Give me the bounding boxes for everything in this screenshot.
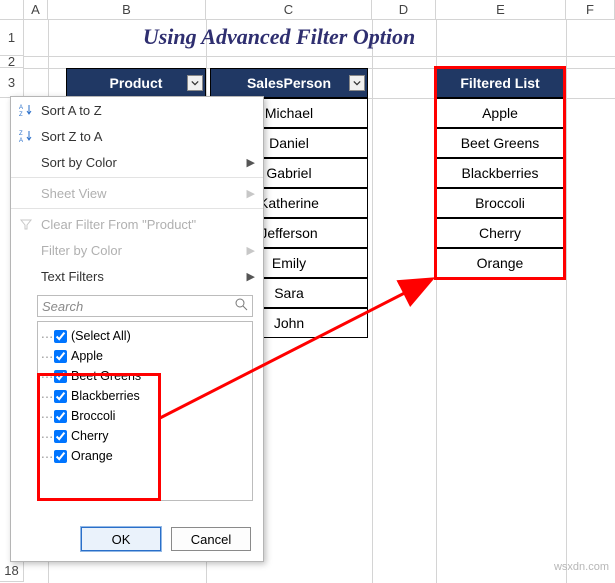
- header-salesperson-label: SalesPerson: [247, 75, 331, 91]
- col-E[interactable]: E: [436, 0, 566, 20]
- clear-filter-icon: [17, 217, 35, 231]
- row-2[interactable]: 2: [0, 56, 24, 68]
- menu-label: Sort by Color: [41, 155, 117, 170]
- submenu-arrow-icon: ▶: [247, 244, 255, 257]
- filter-item-label: Apple: [71, 349, 103, 363]
- select-all-corner[interactable]: [0, 0, 24, 20]
- checkbox[interactable]: [54, 350, 67, 363]
- header-salesperson: SalesPerson: [210, 68, 368, 98]
- filter-item[interactable]: ⋯ Beet Greens: [40, 366, 250, 386]
- row-18-wrap: 18: [0, 560, 24, 582]
- tree-connector-icon: ⋯: [40, 429, 54, 444]
- col-F[interactable]: F: [566, 0, 615, 20]
- tree-connector-icon: ⋯: [40, 449, 54, 464]
- filter-item[interactable]: ⋯ Orange: [40, 446, 250, 466]
- menu-label: Sheet View: [41, 186, 107, 201]
- menu-sort-az[interactable]: AZ Sort A to Z: [11, 97, 263, 123]
- svg-text:A: A: [19, 105, 23, 111]
- cancel-button[interactable]: Cancel: [171, 527, 251, 551]
- menu-label: Sort Z to A: [41, 129, 102, 144]
- filter-item-label: Cherry: [71, 429, 109, 443]
- svg-text:Z: Z: [19, 112, 23, 117]
- tree-connector-icon: ⋯: [40, 349, 54, 364]
- menu-text-filters[interactable]: Text Filters ▶: [11, 263, 263, 289]
- sort-za-icon: ZA: [17, 129, 35, 143]
- tree-connector-icon: ⋯: [40, 369, 54, 384]
- col-A[interactable]: A: [24, 0, 48, 20]
- menu-sheet-view: Sheet View ▶: [11, 180, 263, 206]
- checkbox[interactable]: [54, 450, 67, 463]
- menu-filter-color: Filter by Color ▶: [11, 237, 263, 263]
- filter-item-label: (Select All): [71, 329, 131, 343]
- col-D[interactable]: D: [372, 0, 436, 20]
- filter-item[interactable]: ⋯ Blackberries: [40, 386, 250, 406]
- search-placeholder: Search: [42, 299, 83, 314]
- header-product-label: Product: [110, 75, 163, 91]
- menu-label: Text Filters: [41, 269, 104, 284]
- filtered-cell[interactable]: Blackberries: [436, 158, 564, 188]
- filter-dropdown-salesperson[interactable]: [349, 75, 365, 91]
- watermark: wsxdn.com: [554, 561, 609, 573]
- filtered-cell[interactable]: Orange: [436, 248, 564, 278]
- row-3[interactable]: 3: [0, 68, 24, 98]
- menu-clear-filter: Clear Filter From "Product": [11, 211, 263, 237]
- filter-item-select-all[interactable]: ⋯ (Select All): [40, 326, 250, 346]
- header-product: Product: [66, 68, 206, 98]
- filter-item[interactable]: ⋯ Cherry: [40, 426, 250, 446]
- tree-connector-icon: ⋯: [40, 409, 54, 424]
- menu-sort-za[interactable]: ZA Sort Z to A: [11, 123, 263, 149]
- checkbox[interactable]: [54, 430, 67, 443]
- menu-sort-color[interactable]: Sort by Color ▶: [11, 149, 263, 175]
- chevron-down-icon: [353, 79, 361, 87]
- checkbox[interactable]: [54, 330, 67, 343]
- menu-label: Filter by Color: [41, 243, 122, 258]
- filtered-cell[interactable]: Beet Greens: [436, 128, 564, 158]
- row-18[interactable]: 18: [0, 560, 24, 582]
- filter-dropdown-product[interactable]: [187, 75, 203, 91]
- filter-item-label: Broccoli: [71, 409, 115, 423]
- search-icon: [235, 298, 248, 314]
- menu-label: Sort A to Z: [41, 103, 102, 118]
- sort-az-icon: AZ: [17, 103, 35, 117]
- ok-button[interactable]: OK: [81, 527, 161, 551]
- filter-item-label: Orange: [71, 449, 113, 463]
- col-B[interactable]: B: [48, 0, 206, 20]
- filter-item-label: Beet Greens: [71, 369, 141, 383]
- header-filtered-label: Filtered List: [460, 75, 539, 91]
- submenu-arrow-icon: ▶: [247, 270, 255, 283]
- filter-menu: AZ Sort A to Z ZA Sort Z to A Sort by Co…: [10, 96, 264, 562]
- menu-label: Clear Filter From "Product": [41, 217, 196, 232]
- filtered-cell[interactable]: Broccoli: [436, 188, 564, 218]
- chevron-down-icon: [191, 79, 199, 87]
- filter-search-input[interactable]: Search: [37, 295, 253, 317]
- filter-item[interactable]: ⋯ Apple: [40, 346, 250, 366]
- checkbox[interactable]: [54, 390, 67, 403]
- tree-connector-icon: ⋯: [40, 389, 54, 404]
- header-filtered: Filtered List: [436, 68, 564, 98]
- checkbox[interactable]: [54, 410, 67, 423]
- page-title: Using Advanced Filter Option: [114, 24, 444, 50]
- submenu-arrow-icon: ▶: [247, 187, 255, 200]
- row-headers: 1 2 3: [0, 20, 24, 98]
- svg-text:Z: Z: [19, 131, 23, 137]
- row-1[interactable]: 1: [0, 20, 24, 56]
- filter-items-list[interactable]: ⋯ (Select All) ⋯ Apple ⋯ Beet Greens ⋯ B…: [37, 321, 253, 501]
- checkbox[interactable]: [54, 370, 67, 383]
- tree-connector-icon: ⋯: [40, 329, 54, 344]
- svg-text:A: A: [19, 138, 23, 143]
- filtered-cell[interactable]: Apple: [436, 98, 564, 128]
- column-headers: A B C D E F: [0, 0, 615, 20]
- menu-button-row: OK Cancel: [81, 527, 251, 551]
- col-C[interactable]: C: [206, 0, 372, 20]
- filter-item-label: Blackberries: [71, 389, 140, 403]
- submenu-arrow-icon: ▶: [247, 156, 255, 169]
- filter-item[interactable]: ⋯ Broccoli: [40, 406, 250, 426]
- filtered-cell[interactable]: Cherry: [436, 218, 564, 248]
